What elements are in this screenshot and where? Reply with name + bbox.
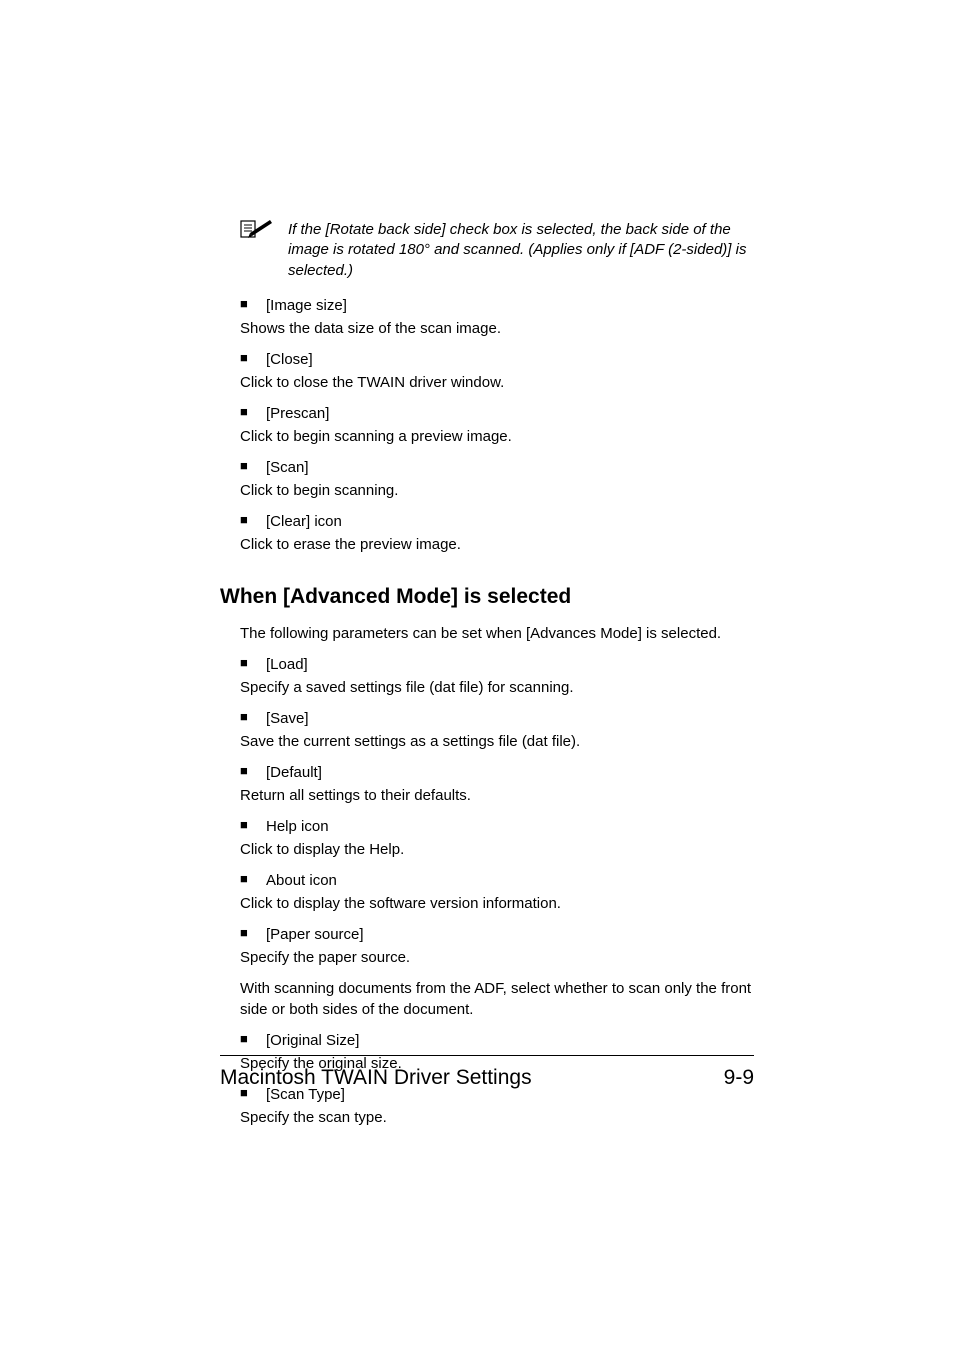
item-desc: Click to begin scanning. (240, 480, 754, 501)
list-item: ■ [Default] (240, 762, 754, 783)
item-desc: Save the current settings as a settings … (240, 731, 754, 752)
list-item: ■ [Scan] (240, 457, 754, 478)
item-label: [Default] (266, 762, 322, 783)
list-item: ■ [Paper source] (240, 924, 754, 945)
item-desc: Click to begin scanning a preview image. (240, 426, 754, 447)
bullet-icon: ■ (240, 762, 266, 781)
bullet-icon: ■ (240, 403, 266, 422)
item-desc: Click to close the TWAIN driver window. (240, 372, 754, 393)
note-block: If the [Rotate back side] check box is s… (240, 220, 754, 281)
item-desc: Shows the data size of the scan image. (240, 318, 754, 339)
item-desc-extra: With scanning documents from the ADF, se… (240, 978, 754, 1020)
bullet-icon: ■ (240, 457, 266, 476)
item-label: [Clear] icon (266, 511, 342, 532)
note-text: If the [Rotate back side] check box is s… (288, 220, 754, 281)
list-item: ■ [Image size] (240, 295, 754, 316)
item-desc: Specify the scan type. (240, 1107, 754, 1128)
bullet-icon: ■ (240, 511, 266, 530)
item-desc: Specify the paper source. (240, 947, 754, 968)
bullet-icon: ■ (240, 870, 266, 889)
item-label: [Save] (266, 708, 309, 729)
list-item: ■ [Prescan] (240, 403, 754, 424)
item-desc: Return all settings to their defaults. (240, 785, 754, 806)
page: If the [Rotate back side] check box is s… (0, 0, 954, 1350)
section-heading: When [Advanced Mode] is selected (220, 585, 754, 609)
item-label: [Close] (266, 349, 313, 370)
list-item: ■ [Original Size] (240, 1030, 754, 1051)
item-label: [Paper source] (266, 924, 364, 945)
list-item: ■ [Load] (240, 654, 754, 675)
item-label: [Image size] (266, 295, 347, 316)
list-item: ■ About icon (240, 870, 754, 891)
item-desc: Click to erase the preview image. (240, 534, 754, 555)
item-label: About icon (266, 870, 337, 891)
item-label: [Load] (266, 654, 308, 675)
list-item: ■ [Save] (240, 708, 754, 729)
footer-page-number: 9-9 (724, 1066, 754, 1090)
item-label: [Prescan] (266, 403, 329, 424)
bullet-icon: ■ (240, 708, 266, 727)
item-desc: Click to display the software version in… (240, 893, 754, 914)
bullet-icon: ■ (240, 295, 266, 314)
footer-title: Macintosh TWAIN Driver Settings (220, 1066, 532, 1090)
bullet-icon: ■ (240, 924, 266, 943)
bullet-icon: ■ (240, 349, 266, 368)
bullet-icon: ■ (240, 816, 266, 835)
item-label: Help icon (266, 816, 329, 837)
section-intro: The following parameters can be set when… (240, 623, 754, 644)
item-label: [Original Size] (266, 1030, 359, 1051)
note-icon (240, 218, 274, 245)
bullet-icon: ■ (240, 654, 266, 673)
list-item: ■ [Clear] icon (240, 511, 754, 532)
item-label: [Scan] (266, 457, 309, 478)
footer: Macintosh TWAIN Driver Settings 9-9 (220, 1055, 754, 1090)
item-desc: Click to display the Help. (240, 839, 754, 860)
list-item: ■ Help icon (240, 816, 754, 837)
item-desc: Specify a saved settings file (dat file)… (240, 677, 754, 698)
bullet-icon: ■ (240, 1030, 266, 1049)
list-item: ■ [Close] (240, 349, 754, 370)
